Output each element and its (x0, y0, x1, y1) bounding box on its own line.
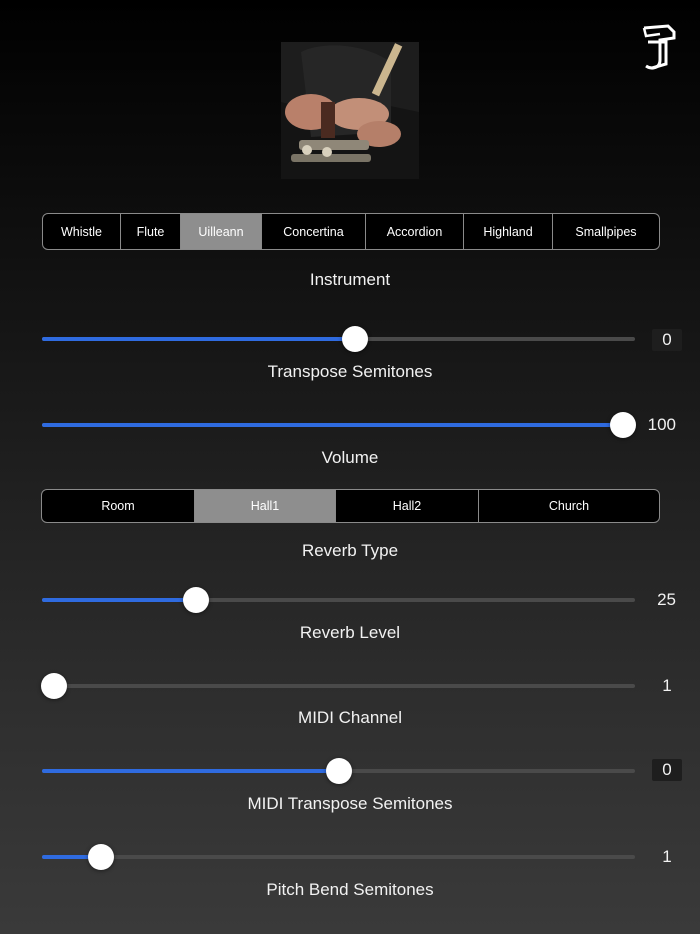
reverb-level-slider-fill (42, 598, 197, 602)
midi-channel-slider[interactable] (40, 673, 635, 699)
instrument-option-uilleann[interactable]: Uilleann (181, 214, 262, 249)
reverb-option-room[interactable]: Room (42, 490, 195, 522)
pitch-bend-slider[interactable] (42, 844, 635, 870)
pitch-bend-label: Pitch Bend Semitones (266, 880, 434, 899)
volume-slider-fill (42, 423, 624, 427)
volume-slider[interactable] (42, 412, 637, 438)
app-logo-button[interactable] (638, 22, 680, 74)
midi-channel-label: MIDI Channel (298, 708, 402, 727)
reverb-level-label: Reverb Level (299, 623, 401, 642)
transpose-slider-thumb[interactable] (341, 326, 368, 352)
instrument-option-whistle[interactable]: Whistle (43, 214, 121, 249)
transpose-label: Transpose Semitones (267, 362, 433, 381)
reverb-option-hall1[interactable]: Hall1 (195, 490, 336, 522)
reverb-option-hall2[interactable]: Hall2 (336, 490, 479, 522)
transpose-slider-fill (42, 337, 355, 341)
reverb-type-caption: Reverb Type (301, 541, 399, 560)
transpose-value: 0 (652, 329, 682, 351)
reverb-type-segmented-control: Room Hall1 Hall2 Church (41, 489, 660, 523)
instrument-option-smallpipes[interactable]: Smallpipes (553, 214, 659, 249)
midi-transpose-label: MIDI Transpose Semitones (247, 794, 453, 813)
midi-transpose-slider-thumb[interactable] (325, 758, 352, 784)
transpose-slider[interactable] (42, 326, 635, 352)
reverb-option-church[interactable]: Church (479, 490, 659, 522)
midi-transpose-value: 0 (652, 759, 682, 781)
reverb-level-value: 25 (657, 590, 676, 609)
pitch-bend-slider-thumb[interactable] (88, 844, 115, 870)
volume-value: 100 (647, 415, 676, 434)
instrument-caption: Instrument (309, 270, 391, 289)
logo-icon (642, 24, 676, 70)
volume-label: Volume (321, 448, 379, 467)
instrument-option-highland[interactable]: Highland (464, 214, 553, 249)
instrument-option-flute[interactable]: Flute (121, 214, 181, 249)
midi-transpose-slider-fill (42, 769, 339, 773)
instrument-option-accordion[interactable]: Accordion (366, 214, 464, 249)
instrument-option-concertina[interactable]: Concertina (262, 214, 366, 249)
reverb-level-slider[interactable] (42, 587, 635, 613)
pitch-bend-value: 1 (662, 847, 672, 866)
midi-transpose-slider[interactable] (42, 758, 635, 784)
midi-channel-slider-thumb[interactable] (40, 673, 67, 699)
instrument-photo (281, 42, 419, 179)
reverb-level-slider-thumb[interactable] (183, 587, 210, 613)
midi-channel-value: 1 (662, 676, 672, 695)
volume-slider-thumb[interactable] (610, 412, 637, 438)
instrument-segmented-control: Whistle Flute Uilleann Concertina Accord… (42, 213, 660, 250)
